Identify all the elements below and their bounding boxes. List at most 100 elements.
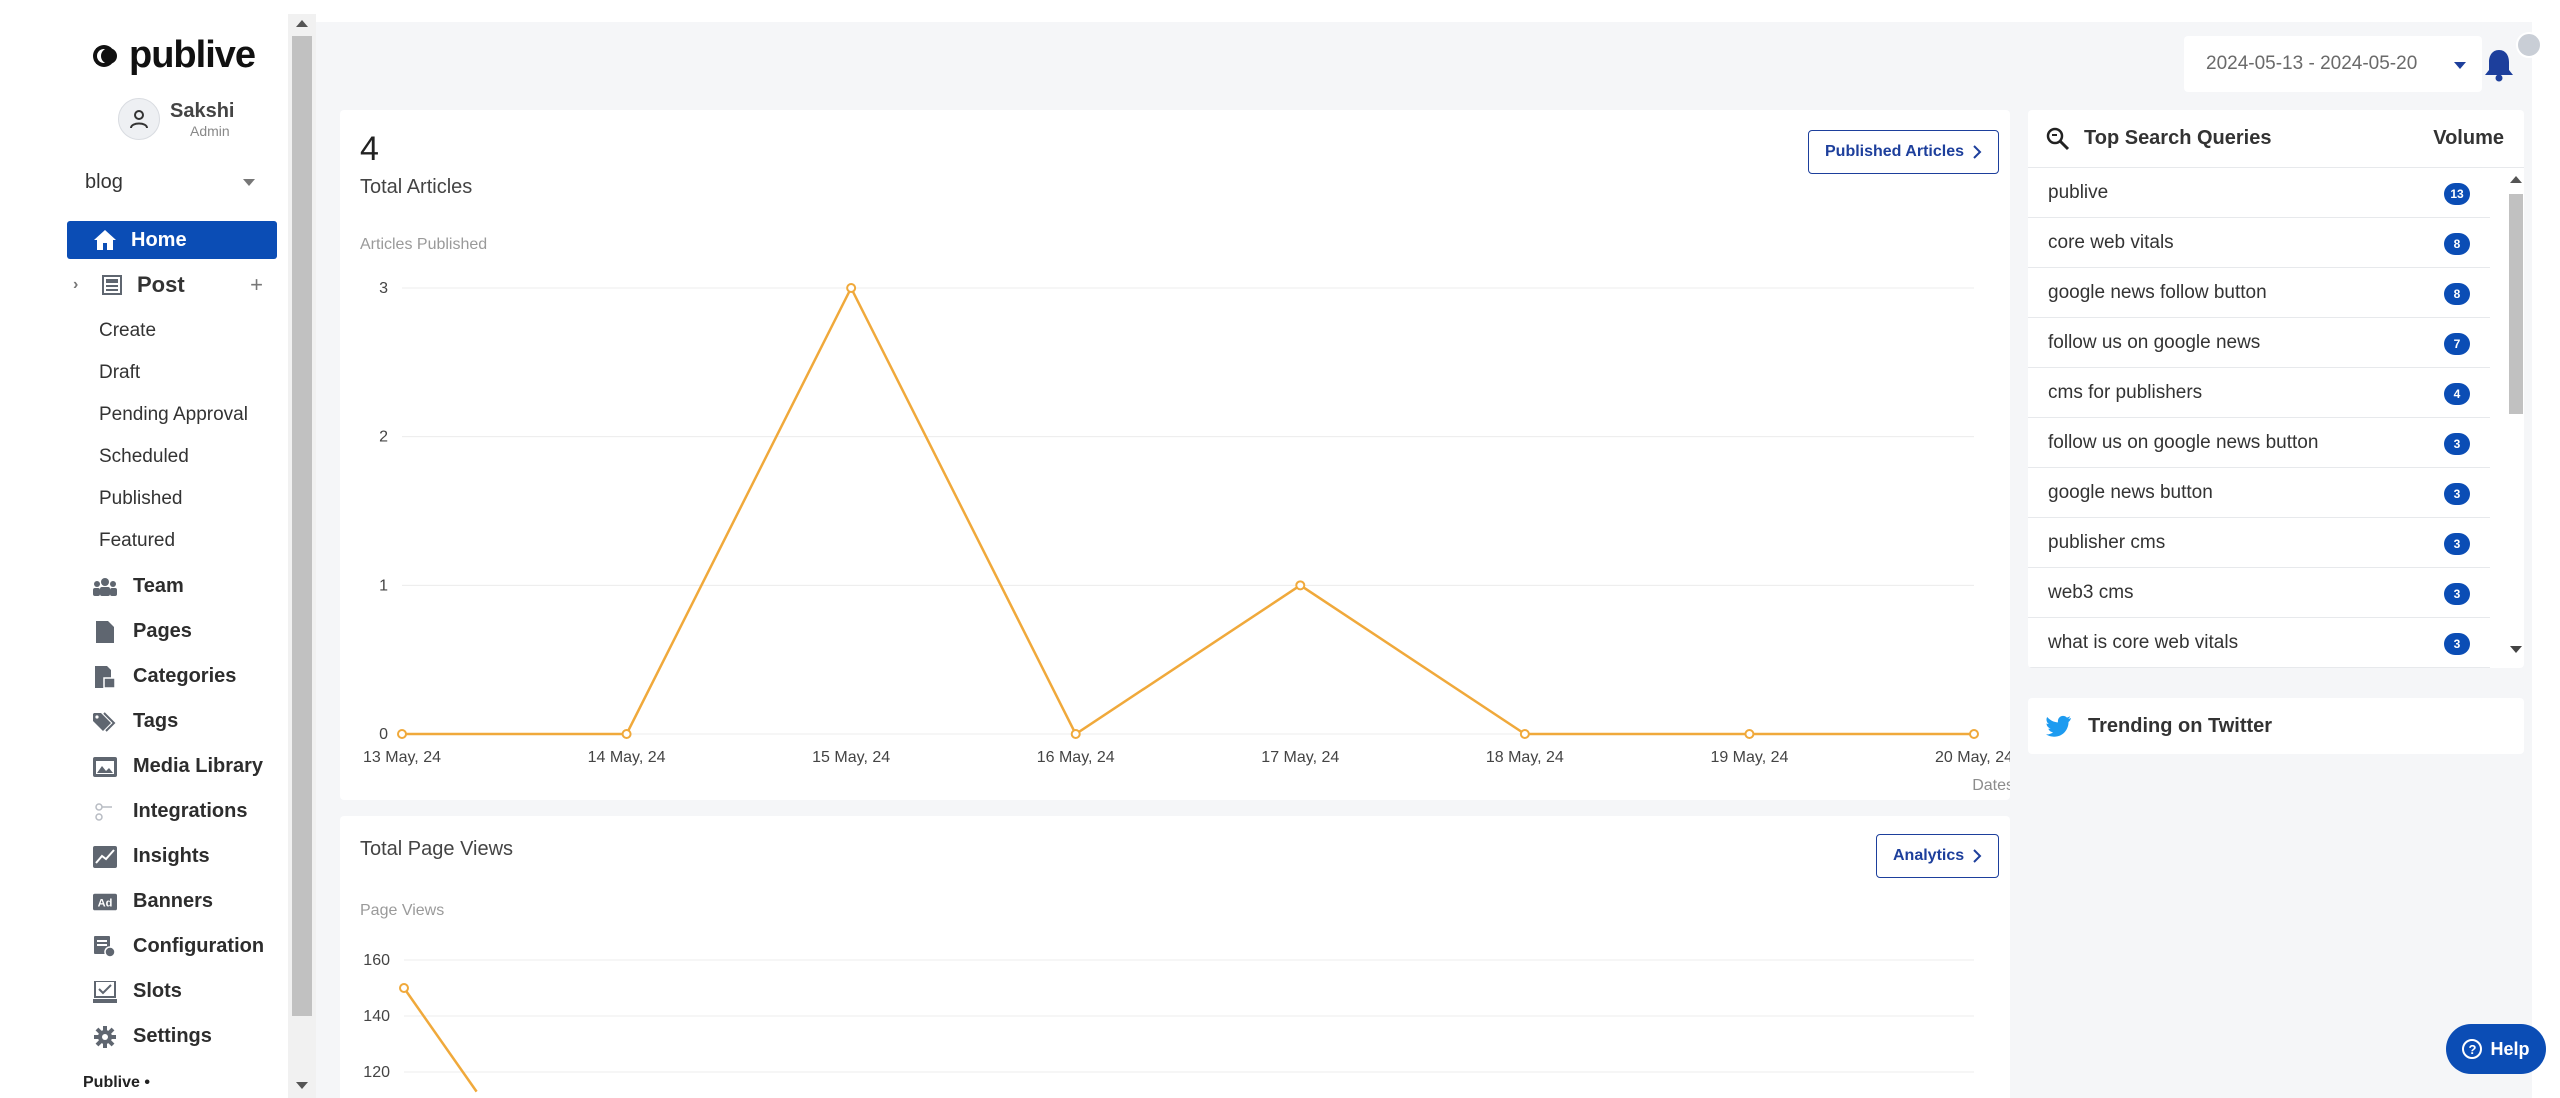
data-point	[846, 283, 857, 293]
publive-logo[interactable]: publive	[93, 34, 256, 77]
trending-on-twitter-card[interactable]: Trending on Twitter	[2028, 698, 2524, 754]
user-avatar-icon	[118, 98, 160, 140]
site-selector-value: blog	[85, 170, 123, 193]
search-query-volume-badge: 13	[2444, 183, 2470, 205]
search-query-row[interactable]: follow us on google news 7	[2028, 318, 2490, 368]
tags-icon	[93, 710, 117, 734]
x-axis-label: Dates	[1972, 777, 2010, 794]
sidebar-item-team[interactable]: Team	[93, 564, 264, 609]
add-post-button[interactable]: +	[250, 272, 263, 298]
search-query-volume-badge: 8	[2444, 283, 2470, 305]
search-query-row[interactable]: google news follow button 8	[2028, 268, 2490, 318]
search-query-volume-badge: 3	[2444, 483, 2470, 505]
integrations-icon	[93, 800, 117, 824]
data-point	[1744, 729, 1755, 739]
search-query-row[interactable]: web3 cms 3	[2028, 568, 2490, 618]
search-query-row[interactable]: publive 13	[2028, 168, 2490, 218]
sidebar-item-label: Team	[133, 575, 184, 597]
x-tick-label: 19 May, 24	[1710, 749, 1788, 766]
site-selector[interactable]: blog	[67, 162, 273, 202]
total-articles-card: 4 Total Articles Articles Published Publ…	[340, 110, 2010, 800]
search-query-volume-badge: 3	[2444, 433, 2470, 455]
sidebar-item-configuration[interactable]: Configuration	[93, 924, 264, 969]
sidebar-item-published[interactable]: Published	[99, 478, 248, 520]
help-button[interactable]: ? Help	[2446, 1024, 2546, 1074]
trending-on-twitter-title: Trending on Twitter	[2088, 714, 2273, 737]
scroll-up-arrow-icon[interactable]	[296, 20, 308, 27]
sidebar-item-label: Home	[131, 228, 187, 251]
search-query-row[interactable]: publisher cms 3	[2028, 518, 2490, 568]
data-point	[1519, 729, 1530, 739]
sidebar-item-label: Slots	[133, 980, 182, 1002]
sidebar-item-tags[interactable]: Tags	[93, 699, 264, 744]
main-content: 2024-05-13 - 2024-05-20 4 Total Articles…	[316, 22, 2546, 1098]
sidebar-footer-brand: Publive •	[83, 1074, 150, 1091]
scroll-down-arrow-icon[interactable]	[2510, 646, 2522, 653]
sidebar-item-post[interactable]: › Post +	[67, 268, 277, 302]
y-tick-label: 120	[363, 1064, 390, 1081]
sidebar-item-label: Banners	[133, 890, 214, 912]
sidebar-item-pending-approval[interactable]: Pending Approval	[99, 394, 248, 436]
scrollbar-thumb[interactable]	[292, 36, 312, 1016]
queries-scrollbar[interactable]	[2506, 168, 2524, 668]
search-query-row[interactable]: what is core web vitals 3	[2028, 618, 2490, 668]
search-query-text: google news button	[2048, 481, 2213, 503]
sidebar-item-home[interactable]: Home	[67, 221, 277, 259]
sidebar-item-draft[interactable]: Draft	[99, 352, 248, 394]
sidebar-item-banners[interactable]: Ad Banners	[93, 879, 264, 924]
data-point	[1070, 729, 1081, 739]
search-query-row[interactable]: google news button 3	[2028, 468, 2490, 518]
sidebar-scrollbar[interactable]	[288, 14, 316, 1098]
sidebar-item-insights[interactable]: Insights	[93, 834, 264, 879]
search-query-row[interactable]: cms for publishers 4	[2028, 368, 2490, 418]
search-query-row[interactable]: follow us on google news button 3	[2028, 418, 2490, 468]
data-point	[1969, 729, 1979, 739]
y-tick-label: 140	[363, 1008, 390, 1025]
sidebar-item-create[interactable]: Create	[99, 310, 248, 352]
sidebar-item-featured[interactable]: Featured	[99, 520, 248, 562]
data-point	[397, 729, 407, 739]
sidebar-item-integrations[interactable]: Integrations	[93, 789, 264, 834]
sidebar-item-slots[interactable]: Slots	[93, 969, 264, 1014]
scrollbar-thumb[interactable]	[2509, 194, 2523, 414]
sidebar-item-label: Pages	[133, 620, 192, 642]
search-query-row[interactable]: core web vitals 8	[2028, 218, 2490, 268]
user-name: Sakshi	[170, 99, 235, 122]
top-search-queries-title: Top Search Queries	[2084, 127, 2272, 149]
y-tick-label: 0	[379, 726, 388, 743]
sidebar-item-settings[interactable]: Settings	[93, 1014, 264, 1059]
x-tick-label: 17 May, 24	[1261, 749, 1339, 766]
sidebar-item-label: Post	[137, 272, 185, 297]
sidebar-item-media-library[interactable]: Media Library	[93, 744, 264, 789]
scroll-down-arrow-icon[interactable]	[296, 1082, 308, 1089]
sidebar: publive Sakshi Admin blog Home › Post + …	[0, 0, 288, 1098]
scroll-up-arrow-icon[interactable]	[2510, 176, 2522, 183]
settings-icon	[93, 1025, 117, 1049]
sidebar-item-label: Categories	[133, 665, 237, 687]
top-search-queries-card: Top Search Queries Volume publive 13 core …	[2028, 110, 2524, 668]
x-tick-label: 18 May, 24	[1486, 749, 1564, 766]
notification-bell-icon[interactable]	[2484, 48, 2524, 88]
user-profile[interactable]: Sakshi Admin	[118, 98, 234, 140]
total-page-views-card: Total Page Views Page Views Analytics 12…	[340, 816, 2010, 1098]
top-search-queries-header: Top Search Queries Volume	[2028, 110, 2524, 168]
search-query-volume-badge: 3	[2444, 633, 2470, 655]
logo-text: publive	[129, 34, 256, 76]
sidebar-item-scheduled[interactable]: Scheduled	[99, 436, 248, 478]
post-subnav: Create Draft Pending Approval Scheduled …	[99, 310, 248, 562]
sidebar-item-pages[interactable]: Pages	[93, 609, 264, 654]
question-icon: ?	[2462, 1039, 2483, 1059]
chevron-down-icon	[243, 178, 255, 186]
team-icon	[93, 575, 117, 599]
search-query-text: follow us on google news button	[2048, 431, 2319, 453]
sidebar-item-categories[interactable]: Categories	[93, 654, 264, 699]
home-icon	[94, 230, 116, 250]
svg-text:Ad: Ad	[98, 897, 113, 909]
articles-published-chart: 0 1 2 3 13 May, 24 14 May, 24 15 May, 24 16 May…	[363, 280, 2010, 794]
sidebar-item-label: Tags	[133, 710, 179, 732]
search-icon	[2046, 127, 2070, 150]
x-tick-label: 14 May, 24	[588, 749, 666, 766]
sidebar-item-label: Configuration	[133, 935, 265, 957]
y-tick-label: 2	[379, 429, 388, 446]
date-range-picker[interactable]: 2024-05-13 - 2024-05-20	[2184, 36, 2482, 92]
